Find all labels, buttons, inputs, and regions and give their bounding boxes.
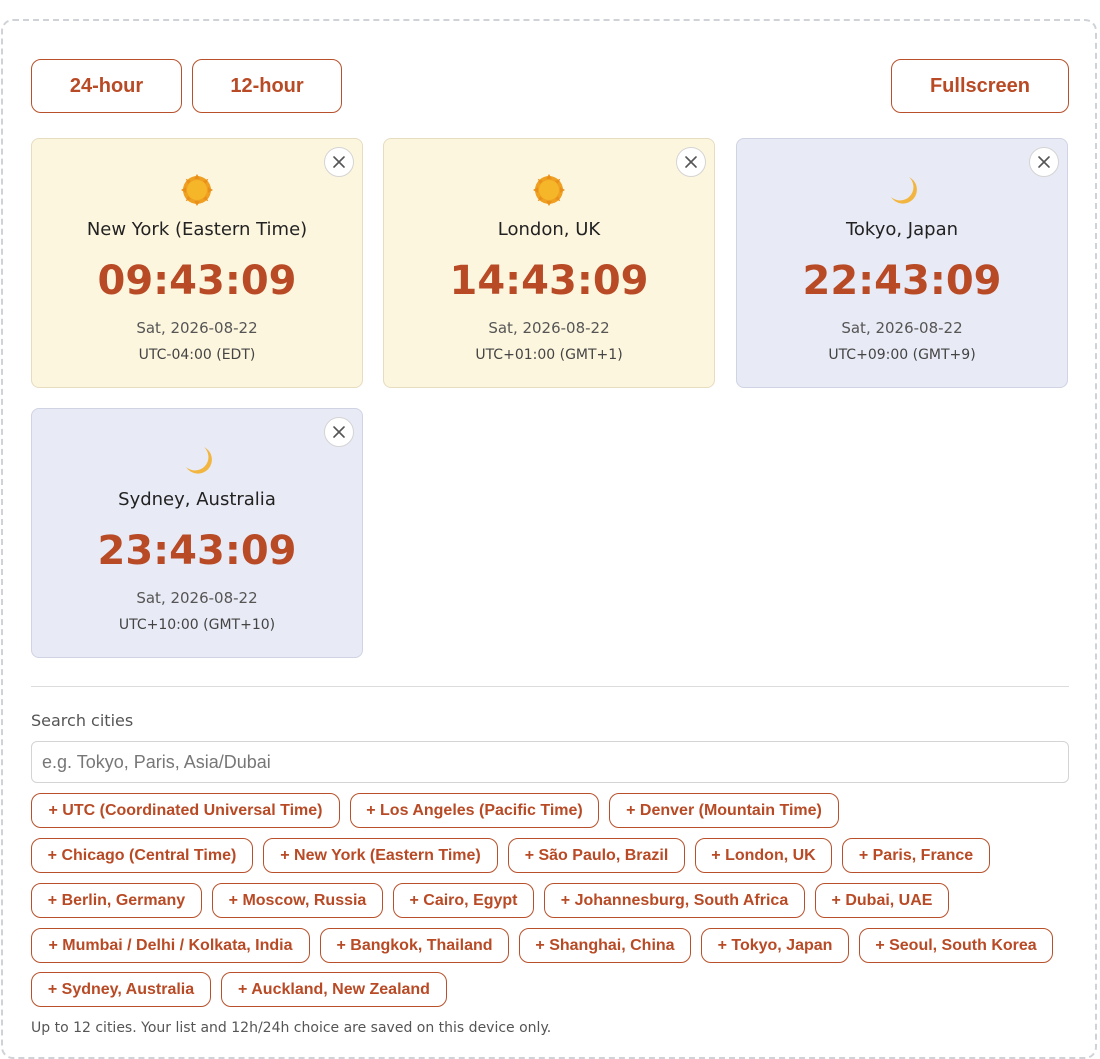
clock-city: Tokyo, Japan [845,219,959,240]
add-city-chip[interactable]: + Dubai, UAE [815,883,949,918]
clock-time: 09:43:09 [97,258,297,304]
clock-date: Sat, 2026-08-22 [488,319,610,337]
fullscreen-button[interactable]: Fullscreen [891,59,1069,113]
clock-card: Sydney, Australia 23:43:09 Sat, 2026-08-… [31,408,363,658]
add-city-chip[interactable]: + UTC (Coordinated Universal Time) [31,793,340,828]
clock-card: New York (Eastern Time) 09:43:09 Sat, 20… [31,138,363,388]
close-icon [333,426,345,438]
add-city-chip[interactable]: + Johannesburg, South Africa [544,883,805,918]
add-city-chip[interactable]: + Los Angeles (Pacific Time) [350,793,599,828]
add-city-chip[interactable]: + London, UK [695,838,832,873]
clock-time: 14:43:09 [449,258,649,304]
clock-time: 22:43:09 [802,258,1002,304]
clock-timezone: UTC+09:00 (GMT+9) [828,347,976,363]
add-city-chip[interactable]: + Seoul, South Korea [859,928,1053,963]
add-city-chip[interactable]: + Tokyo, Japan [701,928,849,963]
add-city-chip[interactable]: + Cairo, Egypt [393,883,534,918]
clock-card: Tokyo, Japan 22:43:09 Sat, 2026-08-22 UT… [736,138,1068,388]
close-icon [685,156,697,168]
toolbar: 24-hour 12-hour Fullscreen [31,59,1069,114]
format-12-hour-button[interactable]: 12-hour [192,59,342,113]
moon-icon [737,173,1067,207]
add-city-chip[interactable]: + Sydney, Australia [31,972,211,1007]
search-label: Search cities [31,711,134,730]
format-24-hour-button[interactable]: 24-hour [31,59,182,113]
clock-date: Sat, 2026-08-22 [136,319,258,337]
clock-timezone: UTC+10:00 (GMT+10) [118,617,276,633]
sun-icon [384,173,714,207]
add-city-chip[interactable]: + New York (Eastern Time) [263,838,498,873]
close-icon [1038,156,1050,168]
add-city-chip[interactable]: + Berlin, Germany [31,883,202,918]
sun-icon [32,173,362,207]
add-city-chip[interactable]: + Shanghai, China [519,928,691,963]
close-icon [333,156,345,168]
clock-timezone: UTC+01:00 (GMT+1) [475,347,623,363]
clock-time: 23:43:09 [97,528,297,574]
clock-date: Sat, 2026-08-22 [841,319,963,337]
city-search-input[interactable] [31,741,1069,783]
add-city-chip[interactable]: + Bangkok, Thailand [320,928,509,963]
add-city-chip[interactable]: + Chicago (Central Time) [31,838,253,873]
clock-city: New York (Eastern Time) [86,219,308,240]
add-city-chip[interactable]: + São Paulo, Brazil [508,838,685,873]
add-city-chip[interactable]: + Auckland, New Zealand [221,972,447,1007]
storage-footnote: Up to 12 cities. Your list and 12h/24h c… [31,1020,552,1036]
clock-city: Sydney, Australia [118,489,276,510]
section-divider [31,686,1069,687]
clock-date: Sat, 2026-08-22 [136,589,258,607]
add-city-chip[interactable]: + Paris, France [842,838,990,873]
add-city-chip[interactable]: + Moscow, Russia [212,883,383,918]
clock-timezone: UTC-04:00 (EDT) [138,347,256,363]
add-city-chip[interactable]: + Denver (Mountain Time) [609,793,839,828]
moon-icon [32,443,362,477]
clock-city: London, UK [497,219,601,240]
clock-card: London, UK 14:43:09 Sat, 2026-08-22 UTC+… [383,138,715,388]
add-city-chip[interactable]: + Mumbai / Delhi / Kolkata, India [31,928,310,963]
